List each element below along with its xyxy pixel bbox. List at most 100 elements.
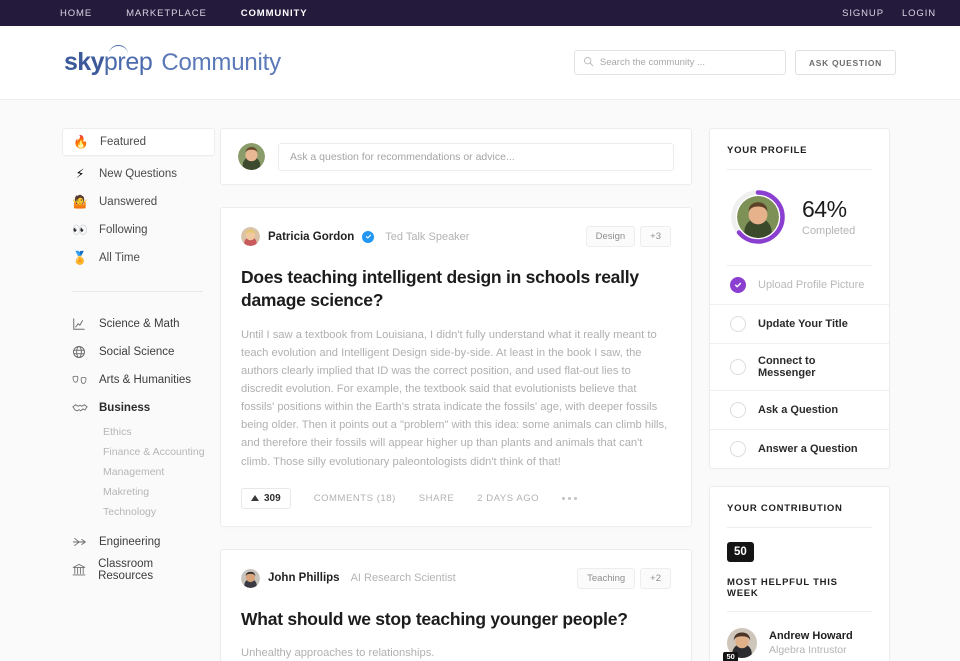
post-author-name[interactable]: Patricia Gordon — [268, 231, 354, 243]
sidebar-item-featured[interactable]: 🔥 Featured — [62, 128, 215, 156]
sidebar-label-unanswered: Uanswered — [99, 196, 158, 208]
sidebar-subitem-management[interactable]: Management — [62, 462, 215, 482]
post-header: John Phillips AI Research Scientist Teac… — [241, 567, 671, 589]
search-icon — [583, 54, 594, 72]
helper-role: Algebra Intrustor — [769, 644, 847, 656]
profile-progress-text: 64% Completed — [802, 197, 855, 237]
profile-task-answer-question[interactable]: Answer a Question — [710, 429, 889, 468]
composer-field[interactable] — [278, 142, 674, 171]
sidebar-label-business: Business — [99, 402, 151, 414]
main-feed: Patricia Gordon Ted Talk Speaker Design … — [220, 128, 692, 661]
right-sidebar: YOUR PROFILE 64% Completed Upload Profil… — [709, 128, 890, 661]
sidebar-item-all-time[interactable]: 🏅 All Time — [62, 244, 215, 272]
search-input[interactable] — [599, 57, 777, 68]
sidebar-subitem-marketing[interactable]: Makreting — [62, 482, 215, 502]
sidebar-item-engineering[interactable]: Engineering — [62, 528, 215, 556]
nav-link-home[interactable]: HOME — [60, 8, 92, 19]
sidebar-subitem-technology[interactable]: Technology — [62, 502, 215, 522]
post-author-name[interactable]: John Phillips — [268, 572, 340, 584]
ask-question-button[interactable]: ASK QUESTION — [794, 50, 896, 75]
empty-circle-icon — [730, 441, 746, 457]
share-link[interactable]: SHARE — [419, 493, 454, 504]
fire-icon: 🔥 — [73, 134, 89, 149]
helper-name: Andrew Howard — [769, 630, 853, 642]
sidebar-item-arts-humanities[interactable]: Arts & Humanities — [62, 366, 215, 394]
post-author-role: AI Research Scientist — [350, 572, 456, 585]
medal-icon: 🏅 — [72, 250, 88, 265]
sidebar-label-arts-humanities: Arts & Humanities — [99, 374, 192, 386]
sidebar-label-science-math: Science & Math — [99, 318, 180, 330]
post-tag-more[interactable]: +2 — [640, 567, 671, 589]
helper-avatar: 50 — [723, 628, 757, 661]
profile-task-ask-question[interactable]: Ask a Question — [710, 390, 889, 429]
logo-text-community: Community — [161, 49, 281, 76]
profile-progress-ring — [730, 189, 786, 245]
helper-list-item[interactable]: 50 Andrew Howard Algebra Intrustor — [710, 620, 889, 661]
sidebar-item-classroom-resources[interactable]: Classroom Resources — [62, 556, 215, 584]
post-title[interactable]: Does teaching intelligent design in scho… — [241, 266, 671, 313]
profile-panel: YOUR PROFILE 64% Completed Upload Profil… — [709, 128, 890, 469]
comments-link[interactable]: COMMENTS (18) — [314, 493, 396, 504]
lightning-icon: ⚡ — [75, 166, 85, 181]
left-sidebar: 🔥 Featured ⚡ New Questions 🤷 Uanswered 👀… — [0, 128, 215, 661]
question-composer — [220, 128, 692, 185]
top-nav-account-links: SIGNUP LOGIN — [842, 8, 936, 19]
nav-link-community[interactable]: COMMUNITY — [241, 8, 308, 19]
site-header: sky prep Community ASK QUESTION — [0, 26, 960, 100]
more-options-icon[interactable] — [562, 496, 578, 500]
sidebar-item-following[interactable]: 👀 Following — [62, 216, 215, 244]
sidebar-item-business[interactable]: Business — [62, 394, 215, 422]
top-navigation-bar: HOME MARKETPLACE COMMUNITY SIGNUP LOGIN — [0, 0, 960, 26]
upvote-button[interactable]: 309 — [241, 487, 291, 509]
sidebar-subitem-finance-accounting[interactable]: Finance & Accounting — [62, 442, 215, 462]
sidebar-label-engineering: Engineering — [99, 536, 161, 548]
post-card: John Phillips AI Research Scientist Teac… — [220, 548, 692, 661]
post-tag[interactable]: Teaching — [577, 567, 636, 589]
composer-input[interactable] — [290, 150, 662, 163]
nav-link-marketplace[interactable]: MARKETPLACE — [126, 8, 207, 19]
handshake-icon — [72, 402, 88, 415]
post-author-avatar[interactable] — [241, 227, 260, 246]
vote-count: 309 — [264, 492, 281, 504]
bank-icon — [72, 563, 87, 577]
shrug-icon: 🤷 — [72, 194, 88, 209]
sidebar-item-social-science[interactable]: Social Science — [62, 338, 215, 366]
empty-circle-icon — [730, 402, 746, 418]
empty-circle-icon — [730, 316, 746, 332]
sidebar-item-new-questions[interactable]: ⚡ New Questions — [62, 160, 215, 188]
post-title[interactable]: What should we stop teaching younger peo… — [241, 608, 671, 631]
empty-circle-icon — [730, 359, 746, 375]
sidebar-item-science-math[interactable]: Science & Math — [62, 310, 215, 338]
sidebar-item-unanswered[interactable]: 🤷 Uanswered — [62, 188, 215, 216]
nav-link-login[interactable]: LOGIN — [902, 8, 936, 19]
sidebar-label-following: Following — [99, 224, 148, 236]
profile-task-connect-messenger[interactable]: Connect to Messenger — [710, 343, 889, 390]
sidebar-label-all-time: All Time — [99, 252, 140, 264]
helper-score-badge: 50 — [723, 651, 739, 661]
check-circle-icon — [730, 277, 746, 293]
search-box[interactable] — [573, 50, 786, 75]
logo-text-sky: sky — [64, 48, 105, 76]
sidebar-subitem-ethics[interactable]: Ethics — [62, 422, 215, 442]
sidebar-divider — [72, 291, 203, 292]
post-tag[interactable]: Design — [585, 226, 636, 247]
profile-avatar[interactable] — [737, 196, 779, 238]
post-tag-more[interactable]: +3 — [640, 226, 671, 247]
sidebar-sublabel-ethics: Ethics — [103, 426, 132, 438]
profile-task-label: Update Your Title — [758, 318, 848, 330]
sidebar-label-new-questions: New Questions — [99, 168, 177, 180]
eyes-icon: 👀 — [72, 222, 88, 237]
nav-link-signup[interactable]: SIGNUP — [842, 8, 884, 19]
brand-logo[interactable]: sky prep Community — [64, 45, 281, 77]
composer-avatar[interactable] — [238, 143, 265, 170]
post-author-avatar[interactable] — [241, 568, 260, 588]
profile-task-update-title[interactable]: Update Your Title — [710, 304, 889, 343]
divider — [727, 611, 872, 612]
profile-task-upload-picture[interactable]: Upload Profile Picture — [710, 266, 889, 304]
sidebar-sublabel-marketing: Makreting — [103, 486, 150, 498]
contribution-panel-title: YOUR CONTRIBUTION — [727, 503, 843, 514]
post-header: Patricia Gordon Ted Talk Speaker Design … — [241, 226, 671, 247]
profile-panel-title: YOUR PROFILE — [727, 145, 808, 156]
header-actions: ASK QUESTION — [573, 50, 896, 75]
profile-task-label: Answer a Question — [758, 443, 858, 455]
